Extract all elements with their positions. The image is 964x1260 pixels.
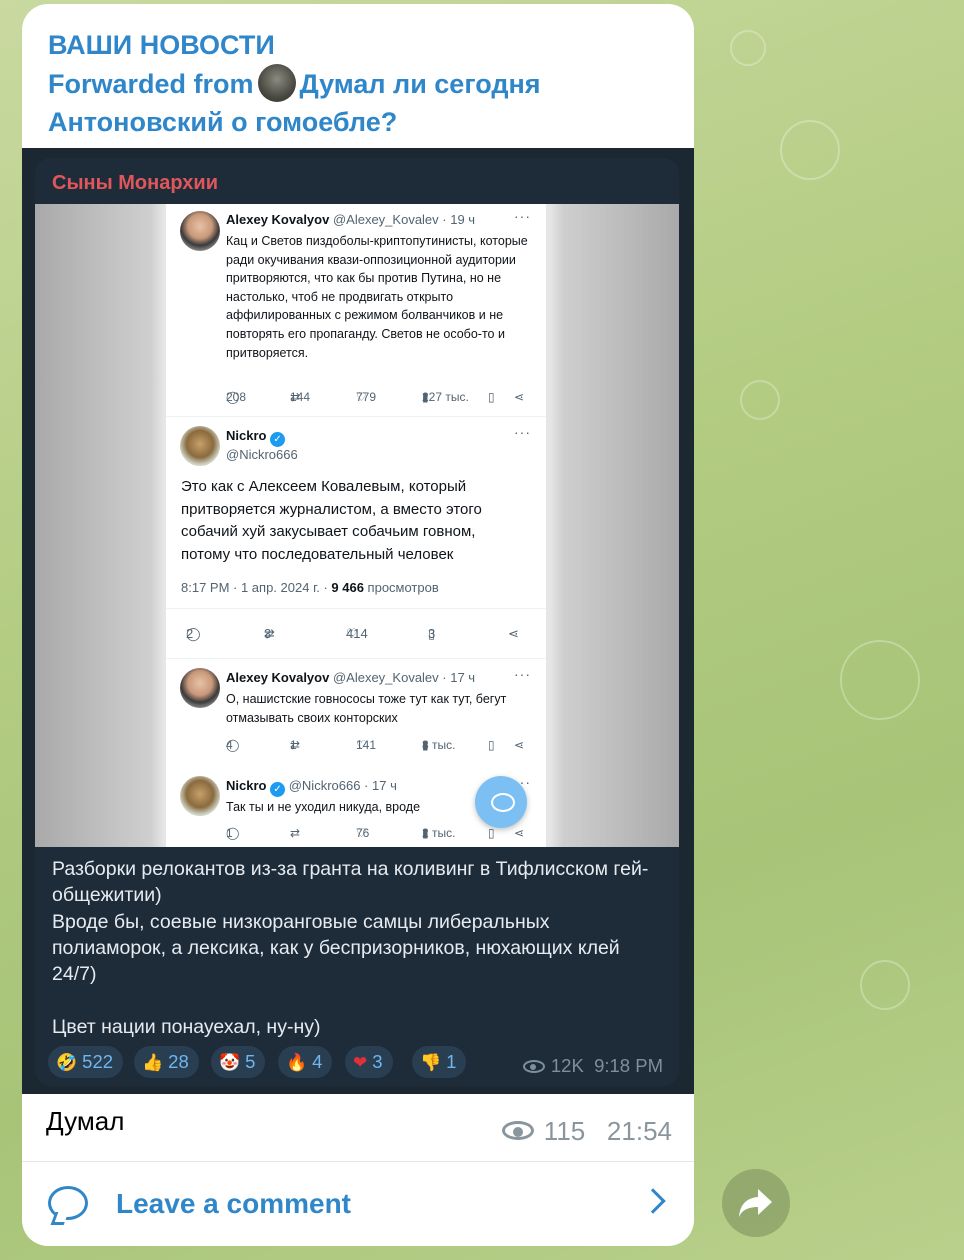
more-icon: ··· <box>514 666 531 682</box>
reaction-fire[interactable]: 🔥 4 <box>278 1046 333 1078</box>
comment-bubble-icon <box>48 1186 88 1220</box>
post-image[interactable]: Alexey Kovalyov @Alexey_Kovalev · 19 ч ·… <box>35 204 679 847</box>
share-icon: ⋖ <box>514 738 525 752</box>
tweet-divider <box>166 608 546 609</box>
reaction-emoji: 🤣 <box>56 1053 78 1072</box>
verified-icon: ✓ <box>270 432 286 447</box>
tweet-text: Это как с Алексеем Ковалевым, который пр… <box>181 478 482 563</box>
message-text: Думал <box>46 1106 125 1136</box>
reaction-emoji: 🤡 <box>219 1053 241 1072</box>
avatar <box>180 776 220 816</box>
bookmark-icon: ▯ <box>488 738 495 752</box>
reaction-emoji: 🔥 <box>286 1053 308 1072</box>
inner-post-meta: 12K 9:18 PM <box>522 1055 663 1077</box>
tweet-header: Alexey Kovalyov @Alexey_Kovalev · 17 ч <box>226 670 476 685</box>
forwarded-prefix: Forwarded from <box>48 69 254 99</box>
more-icon: ··· <box>514 424 531 440</box>
channel-title[interactable]: ВАШИ НОВОСТИ <box>48 26 275 64</box>
tweet-text: Кац и Светов пиздоболы-криптопутинисты, … <box>226 234 528 360</box>
tweet-text: Так ты и не уходил никуда, вроде <box>226 800 421 814</box>
avatar <box>180 211 220 251</box>
forwarded-post: Сыны Монархии Alexey Kovalyov @Alexey_Ko… <box>35 158 679 1086</box>
leave-comment-button[interactable]: Leave a comment <box>22 1162 694 1246</box>
share-icon: ⋖ <box>514 826 525 840</box>
reaction-thumbs-down[interactable]: 👎 1 <box>412 1046 467 1078</box>
tweet-divider <box>166 416 546 417</box>
views-eye-icon <box>522 1060 545 1073</box>
reaction-rofl[interactable]: 🤣 522 <box>48 1046 124 1078</box>
forwarded-post-frame: Сыны Монархии Alexey Kovalyov @Alexey_Ko… <box>22 148 694 1094</box>
inner-sender-name[interactable]: Сыны Монархии <box>52 172 218 195</box>
reaction-emoji: 👎 <box>420 1053 442 1072</box>
tweet-handle: @Nickro666 <box>226 447 298 462</box>
post-caption: Разборки релокантов из-за гранта на коли… <box>52 858 649 1038</box>
forwarded-source-avatar[interactable] <box>257 64 296 102</box>
more-icon: ··· <box>514 208 531 224</box>
retweet-icon: ⇄ <box>290 826 301 840</box>
background-doodle <box>730 30 766 66</box>
tweet-header: Nickro ✓ <box>226 428 286 447</box>
reaction-heart[interactable]: ❤ 3 <box>345 1046 393 1078</box>
tweet-text: О, нашистские говнососы тоже тут как тут… <box>226 692 507 725</box>
avatar <box>180 668 220 708</box>
reaction-clown[interactable]: 🤡 5 <box>211 1046 266 1078</box>
forwarded-header[interactable]: Forwarded from Думал ли сегодня Антоновск… <box>48 64 608 141</box>
message-meta: 115 21:54 <box>501 1116 672 1147</box>
leave-comment-label: Leave a comment <box>116 1188 351 1219</box>
tweet-meta: 8:17 PM · 1 апр. 2024 г. · 9 466 просмот… <box>181 580 439 595</box>
chevron-right-icon <box>640 1188 666 1214</box>
background-doodle <box>860 960 910 1010</box>
background-doodle <box>780 120 840 180</box>
reaction-emoji: 👍 <box>142 1053 164 1072</box>
message-bubble: ВАШИ НОВОСТИ Forwarded from Думал ли сего… <box>22 4 694 1246</box>
views-eye-icon <box>501 1121 534 1140</box>
tweet-divider <box>166 658 546 659</box>
background-doodle <box>740 380 780 420</box>
reaction-thumbs-up[interactable]: 👍 28 <box>134 1046 199 1078</box>
verified-icon: ✓ <box>270 782 286 797</box>
share-icon: ⋖ <box>514 390 525 404</box>
avatar <box>180 426 220 466</box>
bookmark-icon: ▯ <box>488 390 495 404</box>
tweet-header: Alexey Kovalyov @Alexey_Kovalev · 19 ч <box>226 212 476 227</box>
tweet-header: Nickro ✓ @Nickro666 · 17 ч <box>226 778 397 797</box>
bookmark-icon: ▯ <box>488 826 495 840</box>
compose-reply-icon <box>475 776 527 828</box>
reaction-emoji: ❤ <box>353 1053 368 1072</box>
share-arrow-icon <box>739 1189 772 1217</box>
twitter-screenshot: Alexey Kovalyov @Alexey_Kovalev · 19 ч ·… <box>166 204 546 847</box>
background-doodle <box>840 640 920 720</box>
forward-share-button[interactable] <box>722 1169 790 1237</box>
share-icon: ⋖ <box>508 626 519 641</box>
